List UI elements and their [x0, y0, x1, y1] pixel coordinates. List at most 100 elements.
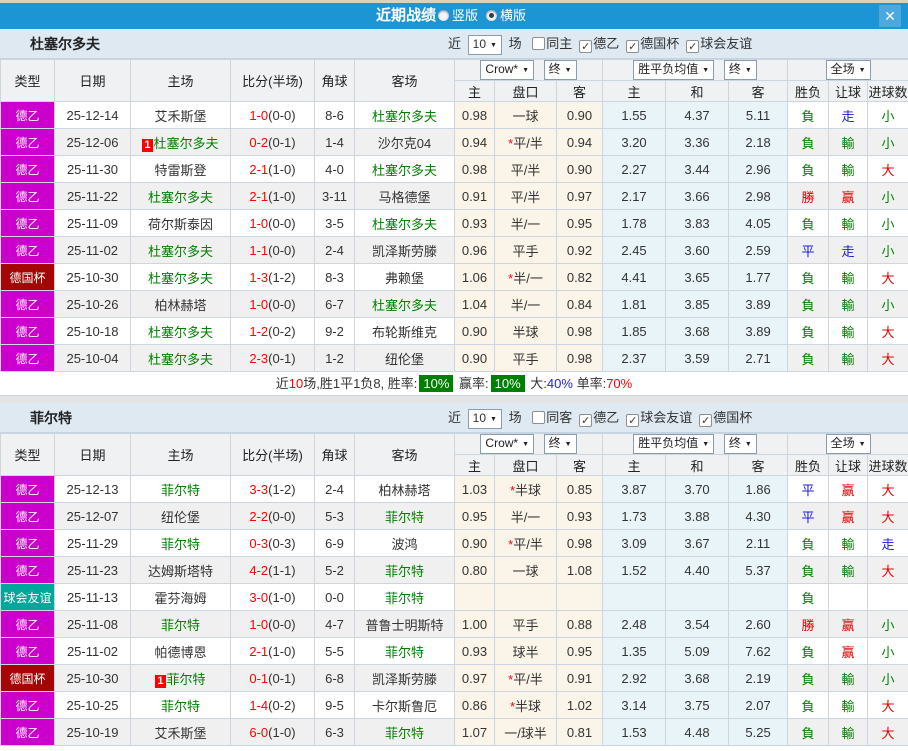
crow-away-odds: 0.81 — [555, 718, 604, 746]
col-corner: 角球 — [314, 433, 355, 476]
layout-radios: 竖版 横版 — [436, 8, 532, 23]
avg-draw-odds: 3.60 — [665, 236, 730, 264]
date-cell: 25-12-14 — [54, 101, 131, 129]
avg-away-odds: 2.60 — [728, 610, 789, 638]
type-cell: 德乙 — [0, 317, 55, 345]
avg-draw-odds — [665, 583, 730, 611]
table-row: 德乙 25-11-29 菲尔特 0-3(0-3) 6-9 波鸿 0.90 *平/半 0.98 3.… — [0, 529, 908, 557]
date-cell: 25-10-30 — [54, 263, 131, 291]
odds-source-select[interactable]: Crow* ▼ — [480, 60, 535, 80]
dropdown-arrow-icon: ▼ — [858, 441, 866, 448]
col-avg-home: 主 — [602, 80, 667, 102]
home-team-cell: 杜塞尔多夫 — [130, 263, 231, 291]
type-cell: 德乙 — [0, 209, 55, 237]
avg-away-odds: 4.30 — [728, 502, 789, 530]
col-ou-result: 进球数 — [867, 454, 908, 476]
result-cell: 負 — [787, 691, 830, 719]
handicap-cell: 一球 — [494, 556, 557, 584]
result-cell: 負 — [787, 128, 830, 156]
avg-stage-select[interactable]: 终 ▼ — [723, 434, 757, 454]
result-cell: 平 — [787, 236, 830, 264]
avg-away-odds: 2.07 — [728, 691, 789, 719]
dropdown-arrow-icon: ▼ — [522, 67, 530, 74]
corner-cell: 0-0 — [314, 583, 355, 611]
filter-checkbox[interactable]: ✓ — [579, 414, 593, 427]
halftime-score: (0-0) — [268, 616, 296, 632]
avg-away-odds: 7.62 — [728, 637, 789, 665]
close-icon[interactable]: ✕ — [879, 5, 901, 27]
section-divider — [0, 396, 908, 403]
date-cell: 25-11-23 — [54, 556, 131, 584]
filter-checkbox[interactable] — [532, 411, 546, 424]
date-cell: 25-11-30 — [54, 155, 131, 183]
goals-result-cell: 大 — [867, 691, 908, 719]
corner-cell: 3-5 — [314, 209, 355, 237]
handicap-result-cell: 輸 — [828, 209, 869, 237]
home-team-cell: 帕德博恩 — [130, 637, 231, 665]
crow-away-odds: 0.98 — [555, 317, 604, 345]
avg-stage-select[interactable]: 终 ▼ — [723, 60, 757, 80]
odds-stage-select[interactable]: 终 ▼ — [543, 60, 577, 80]
corner-cell: 2-4 — [314, 236, 355, 264]
avg-group-header: 胜平负均值 ▼ 终 ▼ — [602, 59, 789, 81]
crow-away-odds: 1.08 — [555, 556, 604, 584]
goals-result-cell: 小 — [867, 290, 908, 318]
handicap-star: * — [508, 135, 514, 151]
filter-checkbox[interactable]: ✓ — [626, 40, 640, 53]
fulltime-score: 1-0 — [249, 616, 269, 632]
avg-type-select[interactable]: 胜平负均值 ▼ — [633, 60, 715, 80]
match-count-select[interactable]: 10 ▼ — [467, 409, 502, 429]
odds-group-header: Crow* ▼ 终 ▼ — [453, 59, 604, 81]
goals-result-cell — [867, 583, 908, 611]
type-cell: 德乙 — [0, 718, 55, 746]
avg-away-odds: 3.89 — [728, 317, 789, 345]
filter-checkbox[interactable]: ✓ — [686, 40, 700, 53]
scope-select[interactable]: 全场 ▼ — [825, 434, 871, 454]
scope-group-header: 全场 ▼ — [787, 433, 908, 455]
col-handicap: 盘口 — [494, 80, 557, 102]
halftime-score: (0-1) — [268, 670, 296, 686]
corner-cell: 6-8 — [314, 664, 355, 692]
home-team-cell: 霍芬海姆 — [130, 583, 231, 611]
filter-checkbox[interactable]: ✓ — [699, 414, 713, 427]
handicap-result-cell: 輸 — [828, 290, 869, 318]
layout-radio-off[interactable] — [437, 10, 449, 21]
crow-home-odds: 1.07 — [454, 718, 495, 746]
col-away: 客场 — [354, 59, 455, 102]
halftime-score: (0-0) — [268, 107, 296, 123]
avg-type-select[interactable]: 胜平负均值 ▼ — [633, 434, 715, 454]
scope-select[interactable]: 全场 ▼ — [825, 60, 871, 80]
filter-checkbox[interactable] — [532, 37, 546, 50]
table-row: 德乙 25-11-02 帕德博恩 2-1(1-0) 5-5 菲尔特 0.93 球半 0.95 1.… — [0, 637, 908, 665]
handicap-cell: 一球 — [494, 101, 557, 129]
filter-checkbox[interactable]: ✓ — [579, 40, 593, 53]
col-date: 日期 — [54, 433, 131, 476]
goals-result-cell: 小 — [867, 128, 908, 156]
match-count-select[interactable]: 10 ▼ — [467, 35, 502, 55]
handicap-cell — [494, 583, 557, 611]
avg-draw-odds: 5.09 — [665, 637, 730, 665]
col-avg-draw: 和 — [665, 80, 730, 102]
filter-checkbox[interactable]: ✓ — [626, 414, 640, 427]
home-team-cell: 艾禾斯堡 — [130, 718, 231, 746]
avg-away-odds: 4.05 — [728, 209, 789, 237]
layout-radio-on[interactable] — [486, 10, 497, 21]
col-avg-home: 主 — [602, 454, 667, 476]
result-cell: 負 — [787, 101, 830, 129]
section-header: 杜塞尔多夫 近 10 ▼ 场 同主 ✓ 德乙 ✓ 德国杯 ✓ 球会友谊 — [0, 29, 908, 59]
avg-away-odds: 2.11 — [728, 529, 789, 557]
summary-segment: 赢率: — [455, 376, 489, 391]
table-row: 德乙 25-10-25 菲尔特 1-4(0-2) 9-5 卡尔斯鲁厄 0.86 *半球 1.02… — [0, 691, 908, 719]
odds-source-select[interactable]: Crow* ▼ — [480, 434, 535, 454]
date-cell: 25-12-13 — [54, 475, 131, 503]
live-badge: 1 — [155, 674, 166, 688]
handicap-result-cell: 赢 — [828, 182, 869, 210]
filter-controls: 近 10 ▼ 场 同客 ✓ 德乙 ✓ 球会友谊 ✓ 德国杯 — [448, 403, 752, 433]
away-team-cell: 杜塞尔多夫 — [354, 209, 455, 237]
summary-segment: 场,胜1平1负8, 胜率: — [303, 376, 418, 391]
crow-home-odds: 0.90 — [454, 344, 495, 372]
away-team-cell: 杜塞尔多夫 — [354, 290, 455, 318]
home-team-cell: 纽伦堡 — [130, 502, 231, 530]
handicap-result-cell: 赢 — [828, 637, 869, 665]
odds-stage-select[interactable]: 终 ▼ — [543, 434, 577, 454]
